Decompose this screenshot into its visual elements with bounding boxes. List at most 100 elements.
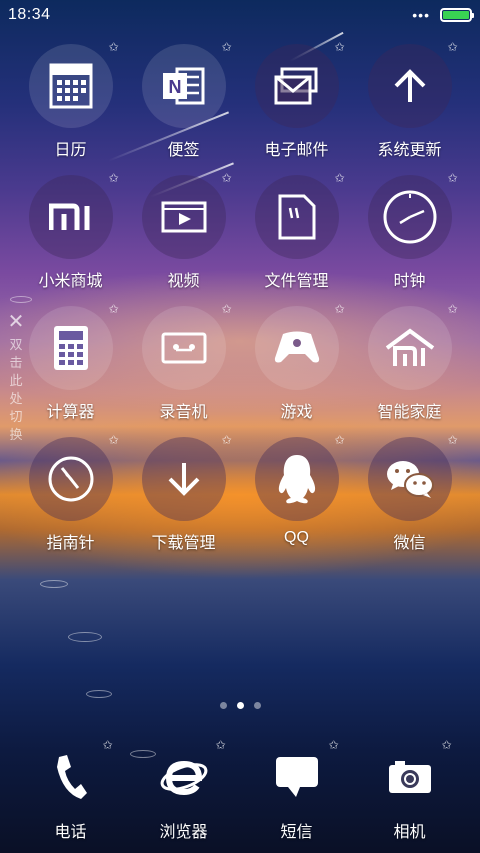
dock-browser-button[interactable]: ✩	[148, 738, 226, 812]
star-icon: ✩	[221, 40, 232, 54]
app-system-update-button[interactable]: ✩	[367, 40, 458, 128]
file-icon	[278, 194, 315, 240]
app-clock[interactable]: ✩ 时钟	[353, 171, 466, 306]
app-label: 系统更新	[377, 142, 442, 159]
page-dot[interactable]	[253, 702, 261, 709]
recorder-icon	[161, 332, 206, 364]
calendar-icon	[49, 63, 92, 109]
app-recorder-button[interactable]: ✩	[141, 302, 232, 390]
app-clock-button[interactable]: ✩	[367, 171, 458, 259]
app-games[interactable]: ✩ 游戏	[240, 302, 353, 437]
app-label: 指南针	[46, 535, 95, 552]
mi-store-icon	[48, 203, 89, 230]
app-label: 浏览器	[159, 824, 208, 841]
app-notes[interactable]: ✩ N 便签	[127, 40, 240, 175]
water-ripple	[68, 632, 102, 642]
page-dot-active[interactable]	[236, 702, 244, 709]
browser-icon	[160, 760, 207, 796]
app-label: 电子邮件	[264, 142, 329, 159]
app-file-manager-button[interactable]: ✩	[254, 171, 345, 259]
app-row: ✩ 指南针 ✩ 下载管理 ✩ QQ ✩ 微信	[14, 433, 466, 568]
app-download-manager[interactable]: ✩ 下载管理	[127, 433, 240, 568]
water-ripple	[86, 690, 112, 698]
app-system-update[interactable]: ✩ 系统更新	[353, 40, 466, 175]
app-label: 便签	[167, 142, 200, 159]
status-icons: •••	[412, 7, 474, 23]
app-smart-home[interactable]: ✩ 智能家庭	[353, 302, 466, 437]
app-email-button[interactable]: ✩	[254, 40, 345, 128]
app-label: 小米商城	[38, 273, 103, 290]
app-label: 微信	[393, 535, 426, 552]
app-label: 下载管理	[151, 535, 216, 552]
app-calendar-button[interactable]: ✩	[28, 40, 119, 128]
more-notifications-icon: •••	[412, 7, 430, 23]
close-icon[interactable]: ✕	[8, 312, 25, 332]
star-icon: ✩	[221, 171, 232, 185]
star-icon: ✩	[334, 433, 345, 447]
app-mi-store-button[interactable]: ✩	[28, 171, 119, 259]
star-icon: ✩	[447, 171, 458, 185]
app-recorder[interactable]: ✩ 录音机	[127, 302, 240, 437]
app-label: 相机	[393, 824, 426, 841]
app-calendar[interactable]: ✩ 日历	[14, 40, 127, 175]
update-arrow-icon	[394, 69, 425, 102]
smart-home-icon	[385, 328, 434, 366]
star-icon: ✩	[108, 40, 119, 54]
dock-phone-button[interactable]: ✩	[35, 738, 113, 812]
app-label: 文件管理	[264, 273, 329, 290]
water-ripple	[40, 580, 68, 588]
app-email[interactable]: ✩ 电子邮件	[240, 40, 353, 175]
app-label: 时钟	[393, 273, 426, 290]
status-bar: 18:34 •••	[0, 0, 480, 30]
gamepad-icon	[274, 331, 319, 363]
app-row: ✩ 日历 ✩ N 便签 ✩ 电子邮件 ✩ 系统更新	[14, 40, 466, 175]
app-mi-store[interactable]: ✩ 小米商城	[14, 171, 127, 306]
app-calculator[interactable]: ✩ 计算器	[14, 302, 127, 437]
app-compass[interactable]: ✩ 指南针	[14, 433, 127, 568]
star-icon: ✩	[328, 738, 339, 752]
camera-icon	[388, 761, 431, 793]
app-download-manager-button[interactable]: ✩	[141, 433, 232, 521]
video-icon	[161, 201, 206, 233]
dock-camera-button[interactable]: ✩	[374, 738, 452, 812]
star-icon: ✩	[334, 40, 345, 54]
compass-icon	[48, 456, 93, 502]
star-icon: ✩	[447, 40, 458, 54]
dock-messages-button[interactable]: ✩	[261, 738, 339, 812]
star-icon: ✩	[221, 302, 232, 316]
svg-text:N: N	[168, 77, 181, 97]
star-icon: ✩	[447, 433, 458, 447]
app-video-button[interactable]: ✩	[141, 171, 232, 259]
app-file-manager[interactable]: ✩ 文件管理	[240, 171, 353, 306]
app-wechat-button[interactable]: ✩	[367, 433, 458, 521]
app-wechat[interactable]: ✩ 微信	[353, 433, 466, 568]
app-label: QQ	[284, 529, 309, 546]
app-smart-home-button[interactable]: ✩	[367, 302, 458, 390]
dock-browser[interactable]: ✩ 浏览器	[127, 738, 240, 842]
app-row: ✩ 小米商城 ✩ 视频 ✩ 文件管理 ✩ 时钟	[14, 171, 466, 306]
star-icon: ✩	[108, 433, 119, 447]
app-qq-button[interactable]: ✩	[254, 433, 345, 521]
notes-icon: N	[162, 67, 204, 105]
app-row: ✩ 计算器 ✩ 录音机 ✩ 游戏 ✩ 智能家庭	[14, 302, 466, 437]
app-games-button[interactable]: ✩	[254, 302, 345, 390]
star-icon: ✩	[221, 433, 232, 447]
star-icon: ✩	[441, 738, 452, 752]
app-notes-button[interactable]: ✩ N	[141, 40, 232, 128]
phone-icon	[56, 755, 87, 799]
app-calculator-button[interactable]: ✩	[28, 302, 119, 390]
dock-phone[interactable]: ✩ 电话	[14, 738, 127, 842]
calculator-icon	[53, 326, 88, 370]
app-video[interactable]: ✩ 视频	[127, 171, 240, 306]
dock-messages[interactable]: ✩ 短信	[240, 738, 353, 842]
star-icon: ✩	[334, 171, 345, 185]
page-dot[interactable]	[219, 702, 227, 709]
dock-camera[interactable]: ✩ 相机	[353, 738, 466, 842]
app-label: 智能家庭	[377, 404, 442, 421]
status-time: 18:34	[8, 6, 51, 23]
edge-switch-hint[interactable]: ✕ 双击此处切换	[6, 312, 26, 444]
app-compass-button[interactable]: ✩	[28, 433, 119, 521]
app-qq[interactable]: ✩ QQ	[240, 433, 353, 568]
clock-icon	[383, 190, 436, 244]
edge-switch-text: 双击此处切换	[9, 337, 23, 442]
